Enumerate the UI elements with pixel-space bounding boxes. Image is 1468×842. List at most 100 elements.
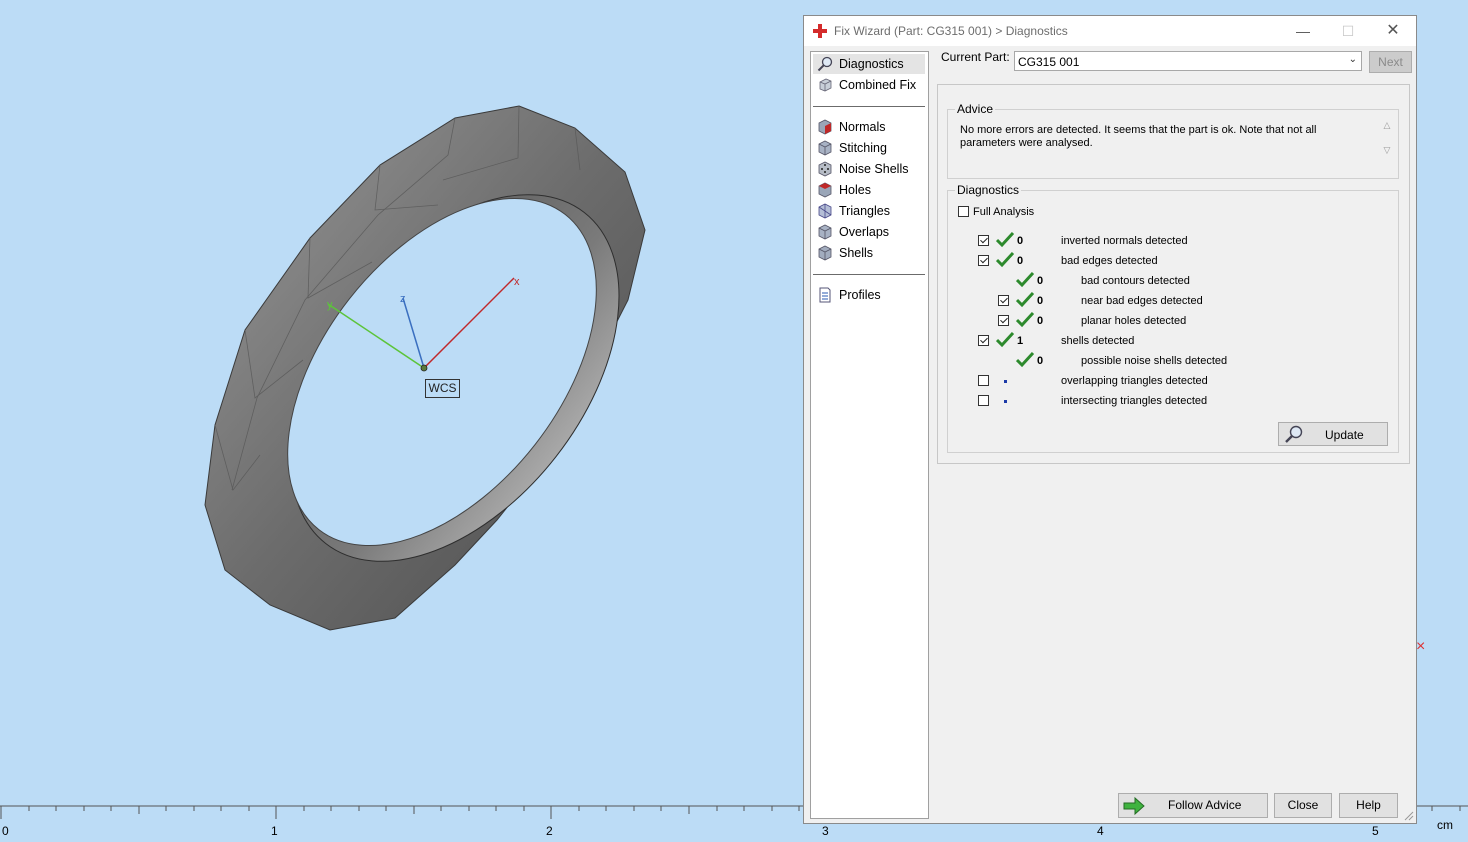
not-analysed-dot-icon	[1004, 400, 1007, 403]
intersecting-triangles-checkbox[interactable]	[978, 395, 989, 406]
overlaps-cube-icon	[818, 224, 832, 240]
noise-shells-count: 0	[1037, 355, 1044, 367]
ruler-label-5: 5	[1372, 824, 1379, 838]
nav-item-holes[interactable]: Holes	[813, 180, 925, 200]
nav-separator	[813, 274, 925, 275]
check-mark-icon	[996, 332, 1014, 348]
advice-scrollbar[interactable]: △ ▽	[1380, 120, 1394, 168]
planar-holes-label: planar holes detected	[1081, 315, 1187, 327]
inverted-normals-label: inverted normals detected	[1061, 235, 1188, 247]
red-cross-marker: ×	[1416, 638, 1426, 655]
advice-text: No more errors are detected. It seems th…	[960, 124, 1317, 149]
help-button[interactable]: Help	[1339, 793, 1398, 818]
ruler-label-1: 1	[271, 824, 278, 838]
planar-holes-checkbox[interactable]	[998, 315, 1009, 326]
nav-label: Profiles	[839, 288, 881, 302]
nav-label: Overlaps	[839, 225, 890, 239]
overlapping-triangles-checkbox[interactable]	[978, 375, 989, 386]
check-mark-icon	[1016, 352, 1034, 368]
update-button[interactable]: Update	[1278, 422, 1388, 446]
shells-label: shells detected	[1061, 335, 1135, 347]
nav-label: Combined Fix	[839, 78, 917, 92]
near-bad-edges-label: near bad edges detected	[1081, 295, 1203, 307]
nav-item-shells[interactable]: Shells	[813, 243, 925, 263]
chevron-down-icon: ⌄	[1348, 54, 1357, 65]
bad-contours-count: 0	[1037, 275, 1044, 287]
nav-item-combined-fix[interactable]: Combined Fix	[813, 75, 925, 95]
planar-holes-count: 0	[1037, 315, 1044, 327]
nav-item-noise-shells[interactable]: Noise Shells	[813, 159, 925, 179]
resize-grip-icon[interactable]	[1404, 811, 1414, 821]
check-mark-icon	[996, 252, 1014, 268]
title-bar[interactable]: Fix Wizard (Part: CG315 001) > Diagnosti…	[804, 16, 1416, 46]
scroll-up-icon[interactable]: △	[1380, 120, 1394, 131]
nav-item-profiles[interactable]: Profiles	[813, 285, 925, 305]
nav-label: Noise Shells	[839, 162, 909, 176]
follow-advice-label: Follow Advice	[1168, 798, 1242, 812]
nav-label: Diagnostics	[839, 57, 904, 71]
overlapping-triangles-label: overlapping triangles detected	[1061, 375, 1208, 387]
nav-label: Stitching	[839, 141, 887, 155]
ruler-label-0: 0	[2, 824, 9, 838]
full-analysis-checkbox[interactable]	[958, 206, 969, 217]
update-label: Update	[1325, 428, 1364, 442]
diagnostics-group: Diagnostics Full Analysis 0 inverted nor…	[947, 183, 1399, 453]
check-mark-icon	[1016, 312, 1034, 328]
nav-item-diagnostics[interactable]: Diagnostics	[813, 54, 925, 74]
check-mark-icon	[1016, 292, 1034, 308]
magnifier-icon	[817, 56, 833, 72]
bad-edges-count: 0	[1017, 255, 1024, 267]
scroll-down-icon[interactable]: ▽	[1380, 145, 1394, 156]
nav-separator	[813, 106, 925, 107]
next-button[interactable]: Next	[1369, 51, 1412, 73]
ruler-unit: cm	[1437, 818, 1453, 832]
check-mark-icon	[996, 232, 1014, 248]
diagnostics-title: Diagnostics	[955, 183, 1022, 197]
not-analysed-dot-icon	[1004, 380, 1007, 383]
wizard-nav: Diagnostics Combined Fix Normals Stitchi…	[810, 51, 929, 819]
document-icon	[819, 287, 831, 303]
dialog-title: Fix Wizard (Part: CG315 001) > Diagnosti…	[834, 24, 1068, 38]
green-arrow-icon	[1123, 796, 1145, 816]
current-part-select[interactable]: CG315 001 ⌄	[1014, 51, 1362, 71]
shells-checkbox[interactable]	[978, 335, 989, 346]
diagnostics-panel: Advice No more errors are detected. It s…	[937, 84, 1410, 464]
nav-item-triangles[interactable]: Triangles	[813, 201, 925, 221]
nav-item-overlaps[interactable]: Overlaps	[813, 222, 925, 242]
bad-edges-checkbox[interactable]	[978, 255, 989, 266]
origin-point	[420, 364, 428, 372]
near-bad-edges-checkbox[interactable]	[998, 295, 1009, 306]
ruler-label-2: 2	[546, 824, 553, 838]
window-close-button[interactable]: ✕	[1370, 16, 1416, 46]
advice-group: Advice No more errors are detected. It s…	[947, 102, 1399, 179]
normals-cube-icon	[818, 119, 832, 135]
inverted-normals-checkbox[interactable]	[978, 235, 989, 246]
near-bad-edges-count: 0	[1037, 295, 1044, 307]
current-part-label: Current Part:	[941, 50, 1010, 64]
nav-label: Holes	[839, 183, 871, 197]
shells-count: 1	[1017, 335, 1024, 347]
nav-item-normals[interactable]: Normals	[813, 117, 925, 137]
advice-title: Advice	[955, 102, 996, 116]
nav-item-stitching[interactable]: Stitching	[813, 138, 925, 158]
follow-advice-button[interactable]: Follow Advice	[1118, 793, 1268, 818]
intersecting-triangles-label: intersecting triangles detected	[1061, 395, 1208, 407]
cube-icon	[819, 78, 832, 92]
nav-label: Triangles	[839, 204, 890, 218]
inverted-normals-count: 0	[1017, 235, 1024, 247]
noise-shells-label: possible noise shells detected	[1081, 355, 1228, 367]
shells-cube-icon	[818, 245, 832, 261]
minimize-button[interactable]: —	[1280, 16, 1326, 46]
wcs-label: WCS	[425, 379, 460, 398]
x-axis-label: x	[514, 276, 520, 288]
z-axis-label: z	[400, 293, 406, 305]
close-button[interactable]: Close	[1274, 793, 1332, 818]
magnifier-icon	[1285, 425, 1303, 443]
fix-wizard-dialog: Fix Wizard (Part: CG315 001) > Diagnosti…	[803, 15, 1417, 824]
triangles-cube-icon	[818, 203, 832, 219]
full-analysis-label: Full Analysis	[973, 206, 1035, 218]
ruler-label-4: 4	[1097, 824, 1104, 838]
bad-contours-label: bad contours detected	[1081, 275, 1190, 287]
check-mark-icon	[1016, 272, 1034, 288]
maximize-button[interactable]: ☐	[1325, 16, 1371, 46]
